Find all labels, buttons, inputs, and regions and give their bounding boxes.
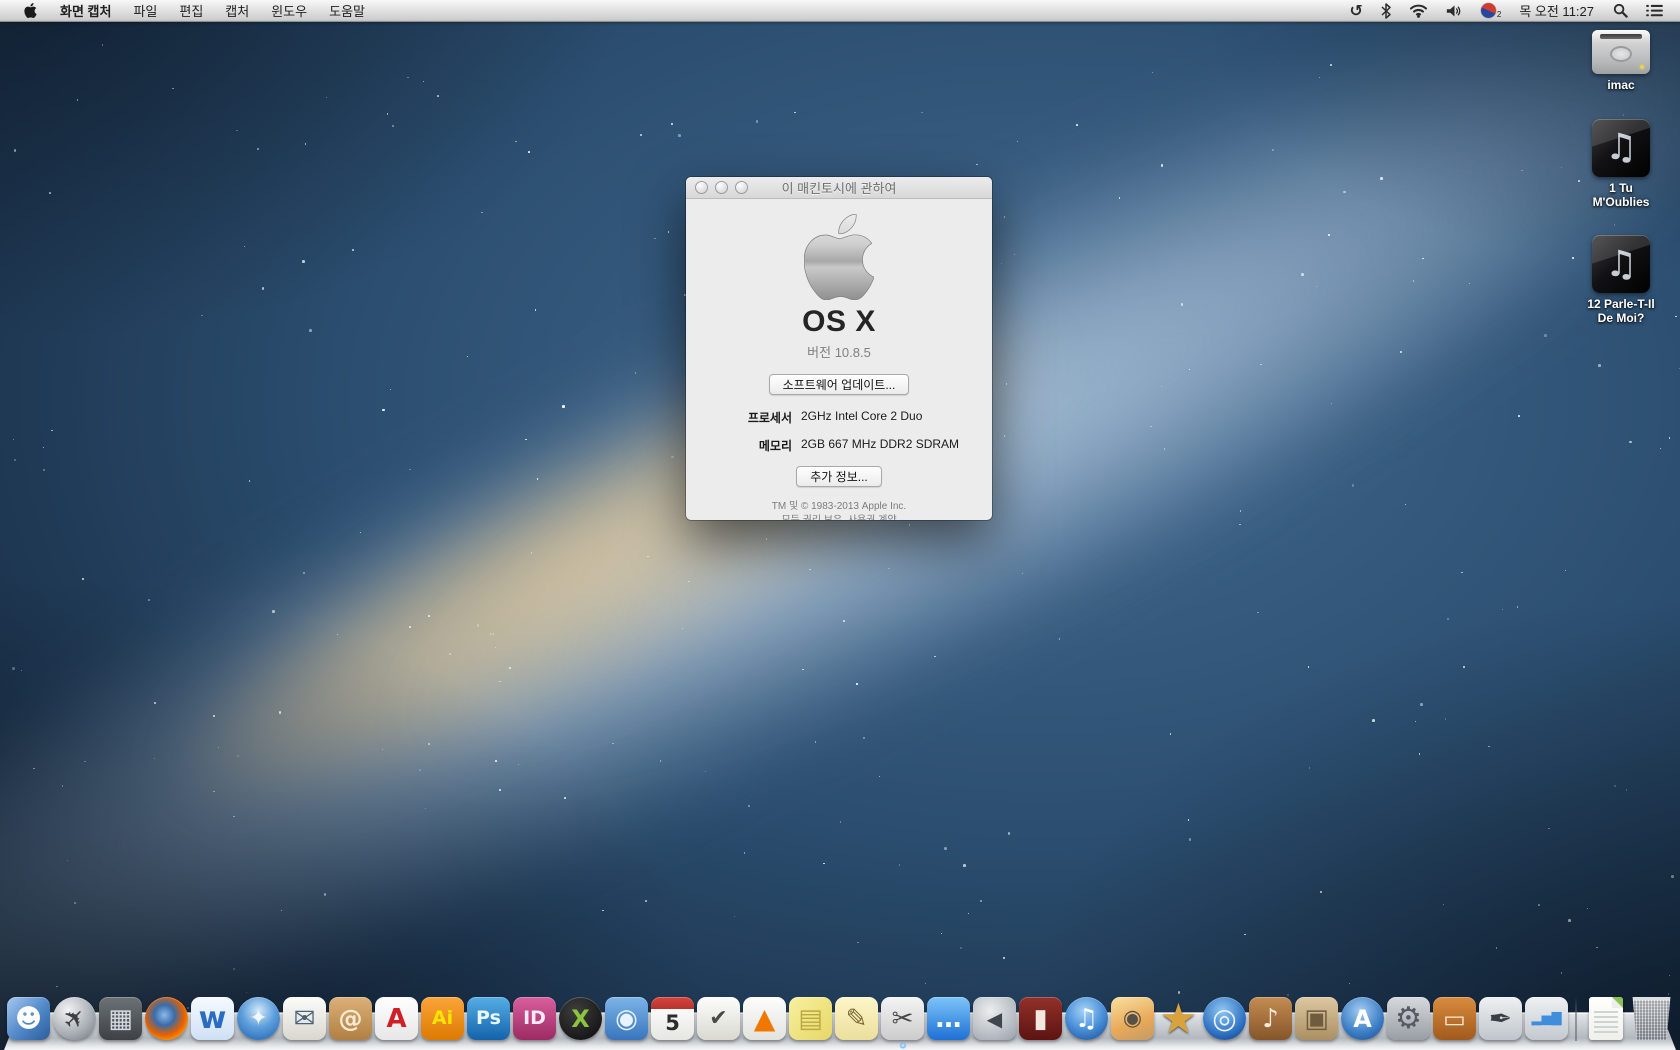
- desktop-icon-label: 12 Parle-T-IlDe Moi?: [1587, 298, 1654, 326]
- running-indicator: [899, 1042, 906, 1049]
- memory-value: 2GB 667 MHz DDR2 SDRAM: [801, 437, 982, 454]
- desktop-icon-column: imac ♫ 1 TuM'Oublies ♫ 12 Parle-T-IlDe Moi?: [1578, 30, 1664, 352]
- music-icon: ♫: [1592, 119, 1650, 177]
- menu-item-5[interactable]: 도움말: [318, 0, 376, 21]
- os-version: 버전 10.8.5: [807, 342, 871, 361]
- window-title: 이 매킨토시에 관하여: [782, 178, 897, 197]
- dock-item-contacts[interactable]: @: [328, 996, 373, 1041]
- music-icon: ♫: [1592, 235, 1650, 293]
- more-info-button[interactable]: 추가 정보...: [796, 466, 882, 487]
- dock-icons: ☻✈▦w✦✉@AAiPsIDX◉5✔▲▤✎✂…◀▮♫◉★◎♪▣A⚙▭✒▂▅▇: [0, 996, 1680, 1041]
- menu-item-4[interactable]: 윈도우: [260, 0, 318, 21]
- dock-item-messages[interactable]: …: [926, 996, 971, 1041]
- zoom-button[interactable]: [735, 181, 748, 194]
- close-button[interactable]: [695, 181, 708, 194]
- menu-item-3[interactable]: 캡처: [214, 0, 260, 21]
- dock-item-mail[interactable]: ✉: [282, 996, 327, 1041]
- desktop-wallpaper: [0, 0, 1680, 1050]
- dock-item-reminders[interactable]: ✔: [696, 996, 741, 1041]
- window-controls: [695, 181, 748, 194]
- harddisk-icon: [1592, 30, 1650, 74]
- dock-item-facetime[interactable]: ◀: [972, 996, 1017, 1041]
- menu-bar: 화면 캡처파일편집캡처윈도우도움말 ↺ 2 목 오전 11:27: [0, 0, 1680, 22]
- input-source-badge: 2: [1497, 10, 1501, 19]
- dock-item-photoshop[interactable]: Ps: [466, 996, 511, 1041]
- dock-item-acrobat-reader[interactable]: A: [374, 996, 419, 1041]
- dock-item-vlc[interactable]: ▲: [742, 996, 787, 1041]
- dock-item-grab[interactable]: ✂: [880, 996, 925, 1041]
- volume-icon[interactable]: [1439, 0, 1470, 21]
- menu-item-2[interactable]: 편집: [168, 0, 214, 21]
- copyright-text: TM 및 © 1983-2013 Apple Inc. 모든 권리 보유. 사용…: [772, 500, 906, 520]
- dock-item-quarkxpress[interactable]: X: [558, 996, 603, 1041]
- dock-item-safari[interactable]: ✦: [236, 996, 281, 1041]
- vignette: [0, 0, 1680, 1050]
- dock-item-indesign[interactable]: ID: [512, 996, 557, 1041]
- dock-item-calendar[interactable]: 5: [650, 996, 695, 1041]
- dock-item-app-store[interactable]: A: [1340, 996, 1385, 1041]
- desktop-icon-label: imac: [1607, 79, 1634, 93]
- dock-item-finder[interactable]: ☻: [6, 996, 51, 1041]
- input-source-korean-icon[interactable]: 2: [1474, 0, 1507, 21]
- window-body: OS X 버전 10.8.5 소프트웨어 업데이트... 프로세서 2GHz I…: [686, 199, 992, 520]
- window-titlebar[interactable]: 이 매킨토시에 관하여: [686, 177, 992, 199]
- dock-item-pages[interactable]: ✒: [1478, 996, 1523, 1041]
- dock-item-illustrator[interactable]: Ai: [420, 996, 465, 1041]
- dock-item-imovie[interactable]: ★: [1156, 996, 1201, 1041]
- software-update-button[interactable]: 소프트웨어 업데이트...: [769, 374, 910, 395]
- desktop-icon-12-parle-t-il-de-moi[interactable]: ♫ 12 Parle-T-IlDe Moi?: [1587, 235, 1654, 326]
- dock-item-webhard-w[interactable]: w: [190, 996, 235, 1041]
- wifi-icon[interactable]: [1402, 0, 1435, 21]
- dock-separator: [1575, 997, 1577, 1041]
- processor-value: 2GHz Intel Core 2 Duo: [801, 409, 982, 426]
- menu-item-1[interactable]: 파일: [122, 0, 168, 21]
- dock-item-firefox[interactable]: [144, 996, 189, 1041]
- memory-label: 메모리: [696, 437, 792, 454]
- bluetooth-icon[interactable]: [1374, 0, 1398, 21]
- dock-item-photo-booth[interactable]: ▮: [1018, 996, 1063, 1041]
- dock-item-idvd[interactable]: ◎: [1202, 996, 1247, 1041]
- dock-item-system-preferences[interactable]: ⚙: [1386, 996, 1431, 1041]
- about-this-mac-window[interactable]: 이 매킨토시에 관하여 OS X 버전 10.8.5 소프트웨어 업데이트...…: [686, 177, 992, 520]
- menu-bar-status: ↺ 2 목 오전 11:27: [1342, 0, 1680, 21]
- dock-item-mission-control[interactable]: ▦: [98, 996, 143, 1041]
- menu-bar-left: 화면 캡처파일편집캡처윈도우도움말: [0, 0, 376, 21]
- specs-table: 프로세서 2GHz Intel Core 2 Duo 메모리 2GB 667 M…: [696, 409, 982, 454]
- time-machine-icon[interactable]: ↺: [1342, 0, 1369, 21]
- dock-item-garageband[interactable]: ♪: [1248, 996, 1293, 1041]
- dock-item-stickies[interactable]: ▤: [788, 996, 833, 1041]
- processor-label: 프로세서: [696, 409, 792, 426]
- dock-item-iphoto[interactable]: ◉: [1110, 996, 1155, 1041]
- dock-item-toast[interactable]: ◉: [604, 996, 649, 1041]
- dock-item-iweb[interactable]: ▣: [1294, 996, 1339, 1041]
- desktop-icon-label: 1 TuM'Oublies: [1593, 182, 1650, 210]
- apple-logo-icon: [24, 3, 37, 18]
- notification-center-icon[interactable]: [1639, 0, 1670, 21]
- apple-logo-large-icon: [804, 214, 874, 300]
- apple-menu[interactable]: [12, 0, 49, 21]
- dock-item-numbers[interactable]: ▂▅▇: [1524, 996, 1569, 1041]
- copyright-line1: TM 및 © 1983-2013 Apple Inc.: [772, 500, 906, 514]
- dock-item-notes[interactable]: ✎: [834, 996, 879, 1041]
- menu-item-0[interactable]: 화면 캡처: [49, 0, 122, 21]
- dock-item-keynote[interactable]: ▭: [1432, 996, 1477, 1041]
- menu-bar-clock[interactable]: 목 오전 11:27: [1511, 1, 1602, 20]
- copyright-line2: 모든 권리 보유. 사용권 계약: [772, 514, 906, 520]
- spotlight-icon[interactable]: [1606, 0, 1635, 21]
- dock-item-launchpad[interactable]: ✈: [52, 996, 97, 1041]
- os-name: OS X: [802, 305, 876, 339]
- desktop-icon-1-tu-m-oublies[interactable]: ♫ 1 TuM'Oublies: [1592, 119, 1650, 210]
- dock-item-itunes[interactable]: ♫: [1064, 996, 1109, 1041]
- dock-item-trash[interactable]: [1629, 996, 1674, 1041]
- minimize-button[interactable]: [715, 181, 728, 194]
- taegeuk-icon: [1481, 3, 1496, 18]
- desktop-icon-imac[interactable]: imac: [1592, 30, 1650, 93]
- dock-item-word-document[interactable]: [1583, 996, 1628, 1041]
